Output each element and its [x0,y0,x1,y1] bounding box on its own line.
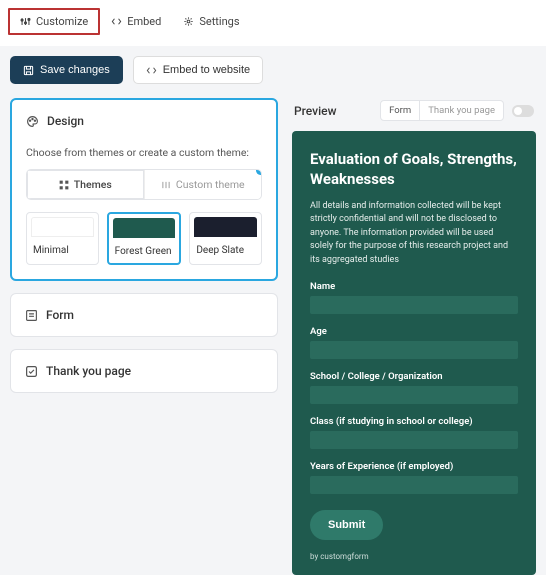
card-title: Design [47,114,84,128]
check-icon [25,365,38,378]
tab-customize[interactable]: Customize [8,8,100,35]
tab-label: Embed [127,15,161,28]
swatch [31,217,94,237]
tab-settings[interactable]: Settings [172,8,250,35]
code-icon [146,65,157,76]
tab-label: Settings [199,15,239,28]
embed-button[interactable]: Embed to website [133,56,263,84]
field-label: Years of Experience (if employed) [310,461,518,472]
preview-tab-form[interactable]: Form [380,100,420,121]
design-hint: Choose from themes or create a custom th… [26,146,262,159]
seg-themes[interactable]: Themes [27,170,144,199]
card-title: Thank you page [46,364,131,378]
form-icon [25,309,38,322]
field-label: Class (if studying in school or college) [310,416,518,427]
theme-mode-segment: Themes Custom theme [26,169,262,200]
button-label: Save changes [40,64,110,76]
form-credit: by customgform [310,552,518,561]
form-description: All details and information collected wi… [310,200,518,268]
card-title: Form [46,308,74,322]
code-icon [111,16,122,27]
thankyou-card[interactable]: Thank you page [10,349,278,393]
field-label: School / College / Organization [310,371,518,382]
theme-forest-green[interactable]: Forest Green [107,212,182,265]
sliders-icon [161,180,171,190]
seg-custom[interactable]: Custom theme [144,170,262,199]
tab-embed[interactable]: Embed [100,8,172,35]
class-field[interactable] [310,431,518,449]
save-button[interactable]: Save changes [10,56,123,84]
theme-label: Minimal [27,241,98,256]
theme-minimal[interactable]: Minimal [26,212,99,265]
field-label: Name [310,281,518,292]
theme-label: Deep Slate [190,241,261,256]
preview-title: Preview [294,104,337,118]
indicator-dot [256,169,262,175]
seg-label: Custom theme [176,178,245,191]
preview-toggle[interactable] [512,105,534,117]
theme-label: Forest Green [109,242,180,257]
grid-icon [59,180,69,190]
preview-tab-thankyou[interactable]: Thank you page [420,100,504,121]
tab-label: Customize [36,15,88,28]
name-field[interactable] [310,296,518,314]
gear-icon [183,16,194,27]
form-title: Evaluation of Goals, Strengths, Weakness… [310,149,518,190]
form-card[interactable]: Form [10,293,278,337]
school-field[interactable] [310,386,518,404]
submit-button[interactable]: Submit [310,510,383,540]
theme-deep-slate[interactable]: Deep Slate [189,212,262,265]
design-card[interactable]: Design Choose from themes or create a cu… [10,98,278,281]
swatch [194,217,257,237]
seg-label: Themes [74,178,112,191]
form-preview: Evaluation of Goals, Strengths, Weakness… [292,131,536,575]
years-field[interactable] [310,476,518,494]
sliders-icon [20,16,31,27]
palette-icon [26,115,39,128]
button-label: Embed to website [163,64,250,76]
age-field[interactable] [310,341,518,359]
field-label: Age [310,326,518,337]
swatch [113,218,176,238]
save-icon [23,65,34,76]
